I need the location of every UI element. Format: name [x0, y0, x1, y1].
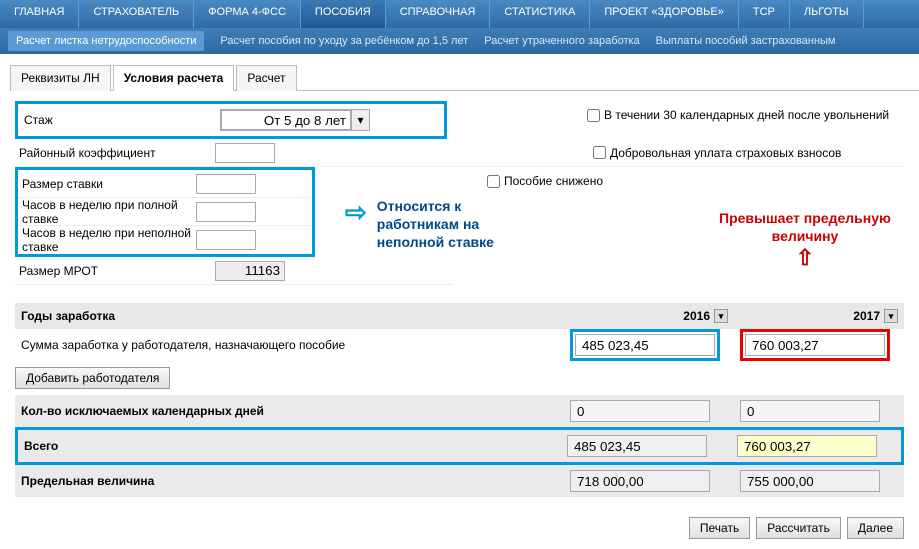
year2-label: 2017	[853, 309, 880, 323]
limit-y1	[570, 470, 710, 492]
total-highlight-box: Всего	[15, 427, 904, 465]
hours-full-label: Часов в неделю при полной ставке	[18, 198, 196, 226]
stavka-input[interactable]	[196, 174, 256, 194]
year2-dropdown-icon[interactable]: ▾	[884, 309, 898, 323]
stazh-value[interactable]	[221, 110, 351, 130]
total-label: Всего	[18, 439, 561, 453]
annotation-exceeds: Превышает предельную величину	[700, 209, 910, 245]
nav-statistics[interactable]: СТАТИСТИКА	[490, 0, 590, 28]
total-y1	[567, 435, 707, 457]
subnav-payments[interactable]: Выплаты пособий застрахованным	[656, 35, 836, 47]
tabs: Реквизиты ЛН Условия расчета Расчет	[10, 64, 919, 91]
annotation-parttime: Относится к работникам на неполной ставк…	[377, 197, 517, 252]
add-employer-button[interactable]: Добавить работодателя	[15, 367, 170, 389]
subnav-childcare[interactable]: Расчет пособия по уходу за ребёнком до 1…	[220, 35, 468, 47]
nav-benefits[interactable]: ПОСОБИЯ	[301, 0, 386, 28]
check-reduced[interactable]	[487, 175, 500, 188]
arrow-right-icon: ⇨	[345, 197, 367, 228]
hours-full-input[interactable]	[196, 202, 256, 222]
arrow-up-icon: ⇧	[700, 245, 910, 271]
nav-insurer[interactable]: СТРАХОВАТЕЛЬ	[79, 0, 194, 28]
tab-requisites[interactable]: Реквизиты ЛН	[10, 65, 111, 91]
stavka-label: Размер ставки	[18, 177, 196, 191]
excl-y1	[570, 400, 710, 422]
sub-nav: Расчет листка нетрудоспособности Расчет …	[0, 28, 919, 54]
coef-label: Районный коэффициент	[15, 146, 215, 160]
check-reduced-label: Пособие снижено	[504, 174, 603, 188]
hours-part-label: Часов в неделю при неполной ставке	[18, 226, 196, 254]
subnav-disability[interactable]: Расчет листка нетрудоспособности	[8, 31, 204, 51]
nav-main[interactable]: ГЛАВНАЯ	[0, 0, 79, 28]
stazh-label: Стаж	[20, 113, 220, 127]
year1-label: 2016	[683, 309, 710, 323]
nav-health[interactable]: ПРОЕКТ «ЗДОРОВЬЕ»	[590, 0, 739, 28]
sum-y2-input[interactable]	[745, 334, 885, 356]
nav-form4fss[interactable]: ФОРМА 4-ФСС	[194, 0, 301, 28]
coef-input[interactable]	[215, 143, 275, 163]
check-voluntary[interactable]	[593, 146, 606, 159]
check-30days-label: В течении 30 календарных дней после увол…	[604, 108, 889, 122]
sum-label: Сумма заработка у работодателя, назначаю…	[15, 338, 564, 352]
sum-y1-input[interactable]	[575, 334, 715, 356]
nav-tsr[interactable]: ТСР	[739, 0, 790, 28]
mrot-label: Размер МРОТ	[15, 264, 215, 278]
rate-highlight-box: Размер ставки Часов в неделю при полной …	[15, 167, 315, 257]
tab-calculation[interactable]: Расчет	[236, 65, 296, 91]
calculate-button[interactable]: Рассчитать	[756, 517, 841, 539]
chevron-down-icon[interactable]: ▾	[351, 110, 369, 130]
nav-benefits2[interactable]: ЛЬГОТЫ	[790, 0, 864, 28]
year1-dropdown-icon[interactable]: ▾	[714, 309, 728, 323]
tab-conditions[interactable]: Условия расчета	[113, 65, 235, 91]
stazh-select[interactable]: ▾	[220, 109, 370, 131]
excl-y2	[740, 400, 880, 422]
sum-row: Сумма заработка у работодателя, назначаю…	[15, 329, 904, 361]
total-row: Всего	[18, 430, 901, 462]
footer-buttons: Печать Рассчитать Далее	[0, 507, 919, 549]
mrot-value	[215, 261, 285, 281]
excluded-days-row: Кол-во исключаемых календарных дней	[15, 395, 904, 427]
limit-y2	[740, 470, 880, 492]
print-button[interactable]: Печать	[689, 517, 750, 539]
subnav-lost-earnings[interactable]: Расчет утраченного заработка	[484, 35, 639, 47]
years-header: Годы заработка 2016 ▾ 2017 ▾	[15, 303, 904, 329]
check-30days[interactable]	[587, 109, 600, 122]
years-header-label: Годы заработка	[15, 309, 564, 323]
limit-row: Предельная величина	[15, 465, 904, 497]
excl-label: Кол-во исключаемых календарных дней	[15, 404, 564, 418]
next-button[interactable]: Далее	[847, 517, 904, 539]
nav-reference[interactable]: СПРАВОЧНАЯ	[386, 0, 491, 28]
total-y2	[737, 435, 877, 457]
limit-label: Предельная величина	[15, 474, 564, 488]
content-area: Стаж ▾ В течении 30 календарных дней пос…	[0, 91, 919, 507]
check-voluntary-label: Добровольная уплата страховых взносов	[610, 146, 841, 160]
hours-part-input[interactable]	[196, 230, 256, 250]
top-nav: ГЛАВНАЯ СТРАХОВАТЕЛЬ ФОРМА 4-ФСС ПОСОБИЯ…	[0, 0, 919, 28]
stazh-highlight-box: Стаж ▾	[15, 101, 447, 139]
